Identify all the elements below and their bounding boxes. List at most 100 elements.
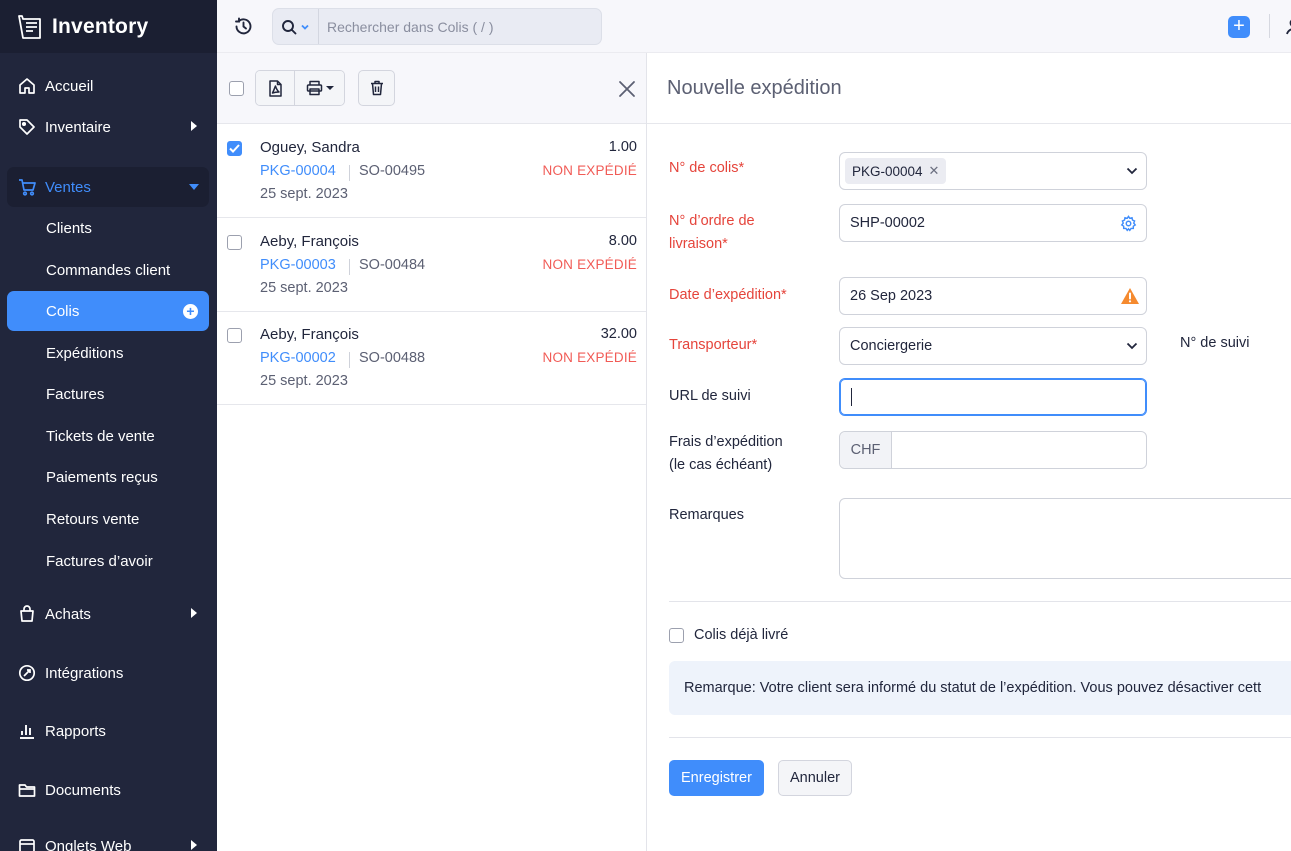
sidebar-sub-factures[interactable]: Factures — [7, 374, 209, 414]
save-button[interactable]: Enregistrer — [669, 760, 764, 796]
sidebar-sub-clients[interactable]: Clients — [7, 208, 209, 248]
print-dropdown-button[interactable] — [294, 71, 344, 105]
ship-date-label: Date d’expédition* — [669, 287, 787, 303]
ship-date-value: 26 Sep 2023 — [850, 288, 933, 304]
notes-textarea[interactable] — [839, 498, 1291, 579]
package-row[interactable]: Oguey, Sandra PKG-00004 SO-00495 25 sept… — [217, 124, 646, 218]
tracking-url-label: URL de suivi — [669, 388, 751, 404]
package-chip-label: PKG-00004 — [852, 163, 923, 179]
search-filter-dropdown[interactable] — [273, 9, 319, 44]
sidebar-sub-factures-avoir[interactable]: Factures d’avoir — [7, 541, 209, 581]
sidebar-sub-label: Retours vente — [46, 510, 140, 528]
sidebar-sub-label: Clients — [46, 219, 92, 237]
text-cursor — [851, 388, 852, 406]
shipping-fee-field[interactable]: CHF — [839, 431, 1147, 469]
carrier-select[interactable]: Conciergerie — [839, 327, 1147, 365]
package-chip: PKG-00004 ✕ — [845, 158, 947, 184]
cancel-button[interactable]: Annuler — [778, 760, 852, 796]
package-number-link[interactable]: PKG-00004 — [260, 163, 336, 179]
notes-label: Remarques — [669, 507, 744, 523]
chevron-right-icon — [191, 608, 197, 618]
row-checkbox[interactable] — [227, 141, 242, 156]
gear-icon[interactable] — [1120, 215, 1137, 232]
chevron-right-icon — [191, 121, 197, 131]
search-icon — [282, 19, 297, 34]
ship-date-field[interactable]: 26 Sep 2023 — [839, 277, 1147, 315]
package-number-link[interactable]: PKG-00003 — [260, 257, 336, 273]
form-header: Nouvelle expédition — [647, 53, 1291, 124]
package-row[interactable]: Aeby, François PKG-00003 SO-00484 25 sep… — [217, 218, 646, 312]
sales-order-number: SO-00488 — [359, 350, 426, 366]
web-tab-icon — [18, 837, 36, 851]
already-delivered-label: Colis déjà livré — [694, 627, 789, 643]
package-quantity: 32.00 — [600, 326, 637, 342]
sidebar-sub-tickets-de-vente[interactable]: Tickets de vente — [7, 416, 209, 456]
sidebar-item-onglets-web[interactable]: Onglets Web — [7, 826, 209, 851]
row-checkbox[interactable] — [227, 235, 242, 250]
sidebar-item-label: Achats — [45, 605, 91, 623]
row-checkbox[interactable] — [227, 328, 242, 343]
sidebar-sub-expeditions[interactable]: Expéditions — [7, 333, 209, 373]
package-number-link[interactable]: PKG-00002 — [260, 350, 336, 366]
sidebar-sub-label: Tickets de vente — [46, 427, 155, 445]
user-icon[interactable] — [1285, 18, 1291, 36]
select-all-checkbox[interactable] — [229, 81, 244, 96]
integration-icon — [18, 664, 36, 682]
sidebar-sub-label: Paiements reçus — [46, 468, 158, 486]
recent-history-icon[interactable] — [233, 16, 254, 37]
add-package-icon[interactable]: + — [183, 304, 198, 319]
sidebar-sub-label: Expéditions — [46, 344, 124, 362]
brand[interactable]: Inventory — [0, 0, 217, 53]
remove-chip-icon[interactable]: ✕ — [929, 163, 940, 179]
export-print-group — [255, 70, 345, 106]
tracking-url-input[interactable] — [839, 378, 1147, 416]
sidebar-item-integrations[interactable]: Intégrations — [7, 653, 209, 693]
sidebar-item-label: Onglets Web — [45, 837, 132, 851]
sidebar-sub-label: Commandes client — [46, 261, 171, 279]
quick-create-button[interactable]: + — [1228, 16, 1250, 38]
sidebar-item-rapports[interactable]: Rapports — [7, 711, 209, 751]
sidebar-sub-commandes-client[interactable]: Commandes client — [7, 250, 209, 290]
sidebar-sub-label: Colis — [46, 302, 80, 320]
search-input[interactable] — [319, 18, 601, 35]
sidebar-item-documents[interactable]: Documents — [7, 770, 209, 810]
package-quantity: 1.00 — [608, 139, 637, 155]
close-icon[interactable] — [617, 79, 637, 99]
package-row[interactable]: Aeby, François PKG-00002 SO-00488 25 sep… — [217, 311, 646, 405]
search-box[interactable] — [272, 8, 602, 45]
sidebar-item-accueil[interactable]: Accueil — [7, 66, 209, 106]
currency-addon: CHF — [840, 432, 892, 468]
pdf-icon — [268, 79, 282, 97]
package-date: 25 sept. 2023 — [260, 373, 348, 389]
app-title: Inventory — [52, 14, 149, 38]
sidebar-sub-retours-vente[interactable]: Retours vente — [7, 499, 209, 539]
chevron-down-icon — [1126, 342, 1138, 350]
delivery-order-value: SHP-00002 — [850, 215, 925, 231]
pdf-export-button[interactable] — [256, 71, 294, 105]
sidebar-sub-paiements-recus[interactable]: Paiements reçus — [7, 457, 209, 497]
chevron-down-icon — [189, 184, 199, 190]
trash-icon — [370, 80, 383, 96]
status-badge: NON EXPÉDIÉ — [542, 163, 637, 178]
package-number-select[interactable]: PKG-00004 ✕ — [839, 152, 1147, 190]
delete-button[interactable] — [358, 70, 395, 106]
chart-icon — [18, 722, 36, 740]
sidebar-item-label: Accueil — [45, 77, 94, 95]
sidebar-item-ventes[interactable]: Ventes — [7, 167, 209, 207]
customer-name: Aeby, François — [260, 326, 359, 343]
sidebar-item-achats[interactable]: Achats — [7, 594, 209, 634]
already-delivered-checkbox[interactable] — [669, 627, 684, 643]
sidebar-sub-colis[interactable]: Colis + — [7, 291, 209, 331]
already-delivered-option[interactable]: Colis déjà livré — [669, 627, 788, 643]
shipping-fee-label-line2: (le cas échéant) — [669, 457, 773, 473]
page-title: Nouvelle expédition — [667, 77, 842, 99]
notice-text: Remarque: Votre client sera informé du s… — [684, 680, 1262, 696]
shipping-fee-label-line1: Frais d’expédition — [669, 434, 783, 450]
delivery-order-field[interactable]: SHP-00002 — [839, 204, 1147, 242]
bag-icon — [18, 605, 36, 623]
sidebar-item-inventaire[interactable]: Inventaire — [7, 107, 209, 147]
package-date: 25 sept. 2023 — [260, 186, 348, 202]
sidebar-item-label: Ventes — [45, 178, 91, 196]
topbar: + — [217, 0, 1291, 53]
inventory-logo-icon — [18, 14, 41, 39]
